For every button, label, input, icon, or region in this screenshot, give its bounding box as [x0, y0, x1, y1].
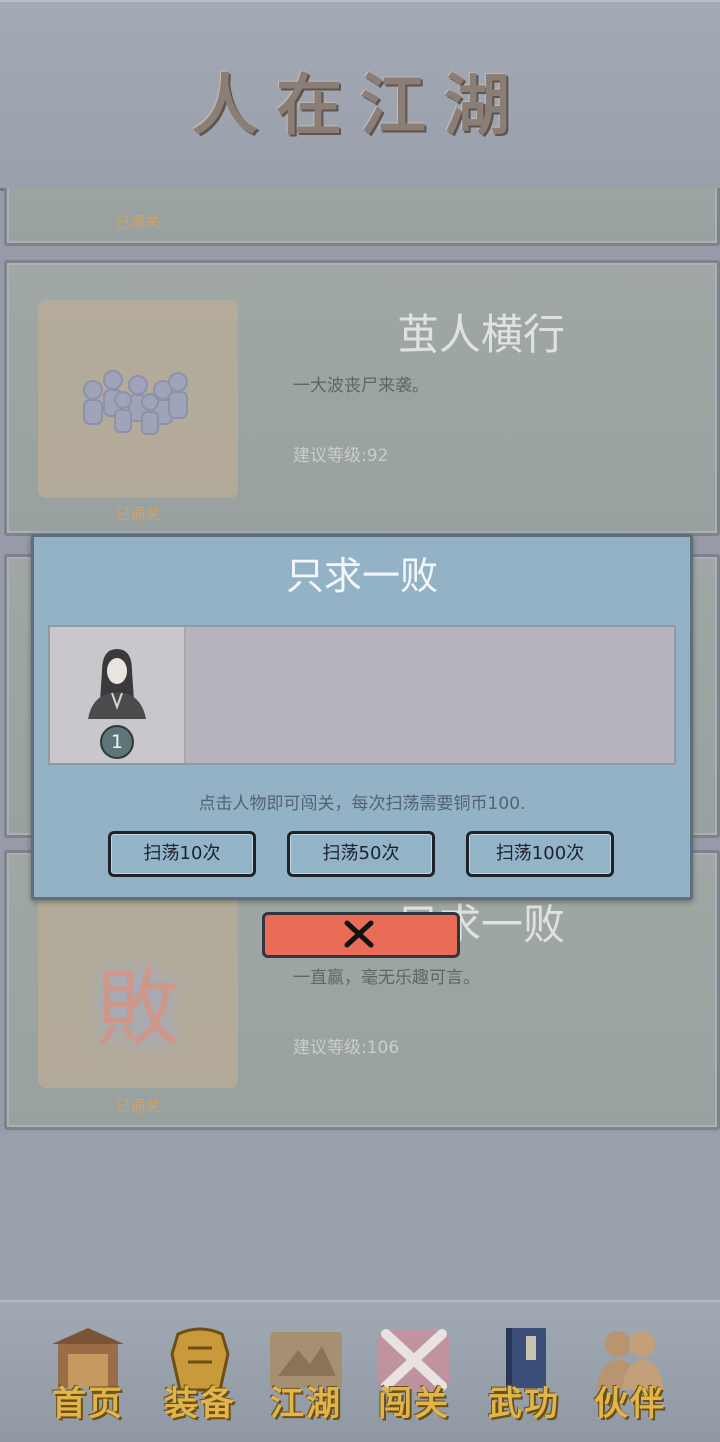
dialog-title: 只求一败 [285, 554, 438, 598]
nav-label: 伙伴 [594, 1384, 666, 1424]
nav-challenge[interactable]: 闯关 [362, 1320, 466, 1432]
nav-home[interactable]: 首页 [36, 1320, 140, 1432]
nav-label: 装备 [164, 1384, 236, 1424]
game-title: 人在江湖 [192, 66, 528, 144]
game-screen: 人在江湖 已通关 茧人横行 一大波丧尸来袭。 建议等级:92 已通关 敗 只求一… [0, 0, 720, 1442]
nav-label: 江湖 [270, 1384, 342, 1424]
sweep-10-button[interactable]: 扫荡10次 [108, 831, 256, 877]
nav-equipment[interactable]: 装备 [148, 1320, 252, 1432]
sweep-100-button[interactable]: 扫荡100次 [466, 831, 614, 877]
nav-label: 首页 [52, 1384, 124, 1424]
character-level-badge: 1 [100, 725, 134, 759]
bottom-nav: 首页 装备 江湖 闯关 武功 伙伴 [0, 1300, 720, 1442]
sweep-dialog: 只求一败 1 点击人物即可闯关，每次扫荡需要铜币100. 扫荡10次 扫荡50次… [31, 534, 693, 900]
sweep-50-button[interactable]: 扫荡50次 [287, 831, 435, 877]
character-slot[interactable]: 1 [50, 627, 186, 763]
header: 人在江湖 [0, 0, 720, 191]
nav-label: 武功 [488, 1384, 560, 1424]
nav-partners[interactable]: 伙伴 [578, 1320, 682, 1432]
close-x-icon [344, 920, 374, 948]
character-roster: 1 [48, 625, 676, 765]
nav-label: 闯关 [378, 1384, 450, 1424]
nav-martial-arts[interactable]: 武功 [472, 1320, 576, 1432]
dialog-hint: 点击人物即可闯关，每次扫荡需要铜币100. [198, 794, 526, 814]
nav-jianghu[interactable]: 江湖 [254, 1320, 358, 1432]
close-button[interactable] [262, 912, 460, 958]
